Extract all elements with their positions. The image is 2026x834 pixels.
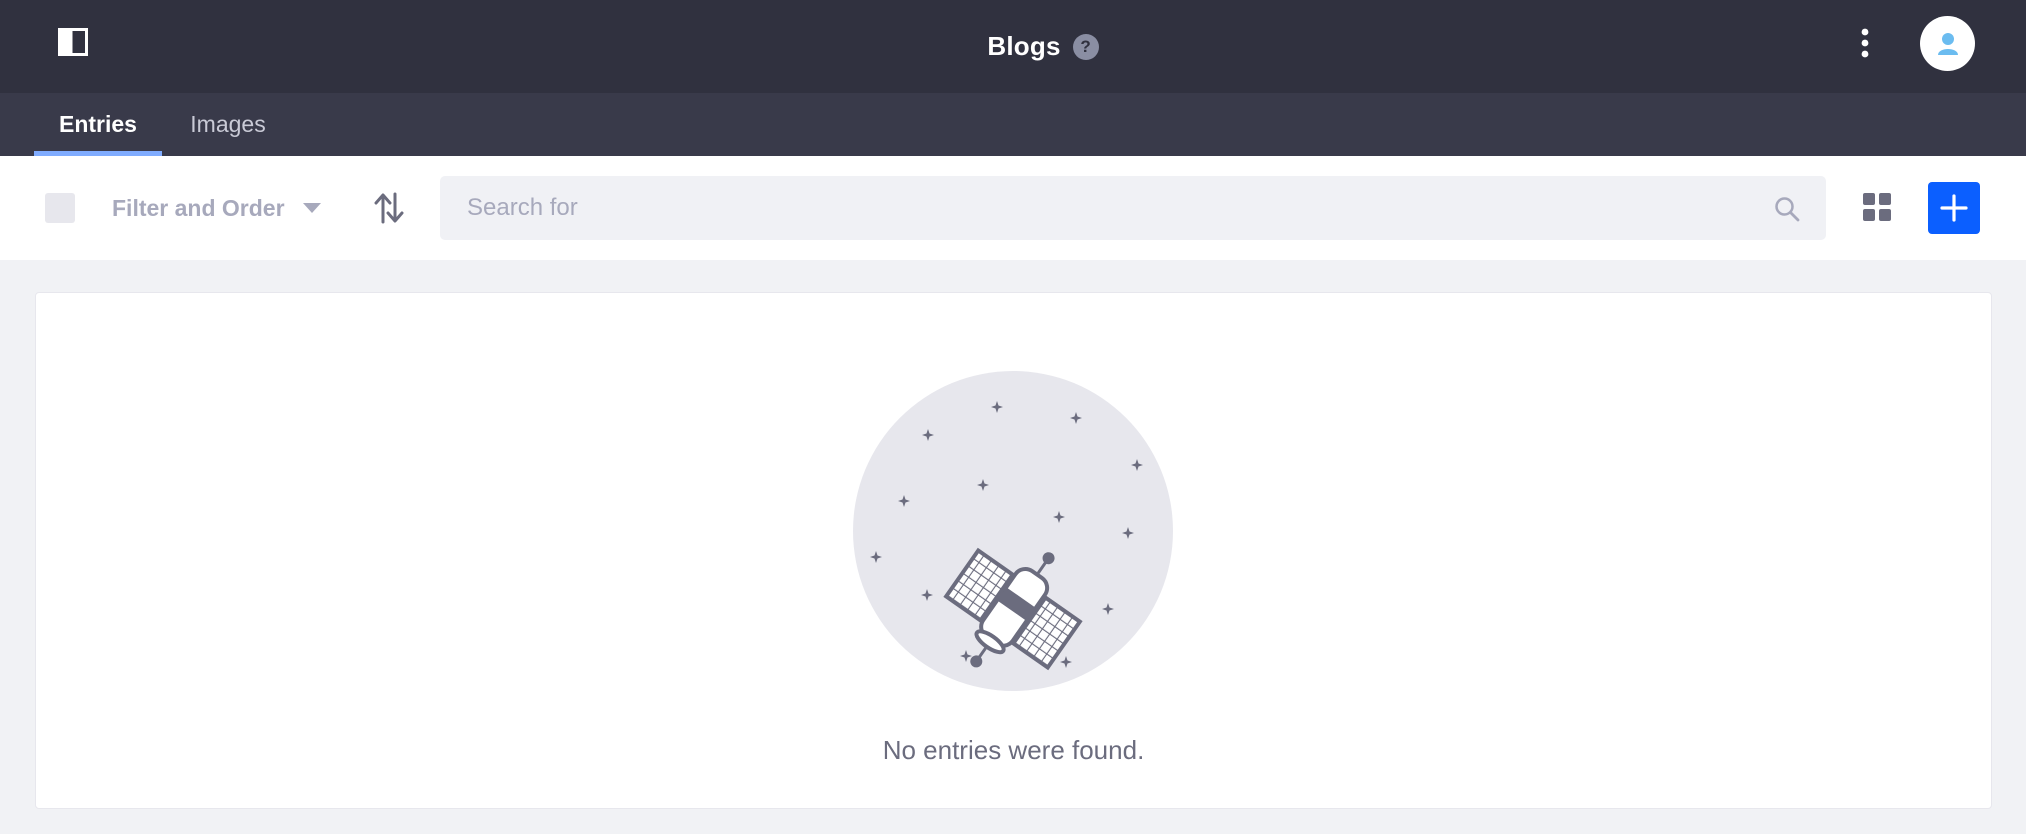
tab-entries[interactable]: Entries [34,93,162,156]
select-all-checkbox[interactable] [45,193,75,223]
empty-state-message: No entries were found. [882,735,1145,765]
caret-down-icon [302,203,321,213]
page-title: Blogs [987,31,1061,61]
cards-view-icon[interactable] [1862,192,1892,222]
ellipsis-vertical-icon [1861,28,1869,58]
control-menu: Blogs ? [0,0,2026,93]
sidebar-panel-icon [58,28,88,56]
order-arrows-icon [374,192,404,224]
user-avatar-button[interactable] [1920,16,1975,71]
search-bar [440,176,1826,240]
sort-order-button[interactable] [372,188,406,228]
satellite-illustration [853,371,1173,691]
tab-images[interactable]: Images [176,93,280,156]
search-icon[interactable] [1774,196,1800,222]
empty-state-sheet: No entries were found. [35,292,1992,809]
options-menu-button[interactable] [1850,26,1880,60]
management-toolbar: Filter and Order [0,156,2026,260]
search-input[interactable] [440,176,1770,240]
navigation-bar: Entries Images [0,93,2026,156]
user-icon [1937,32,1958,55]
filter-and-order-dropdown[interactable]: Filter and Order [112,188,321,228]
add-entry-button[interactable] [1928,182,1980,234]
plus-icon [1940,194,1968,222]
sidebar-toggle-button[interactable] [58,28,88,56]
help-icon[interactable]: ? [1072,33,1099,60]
title-group: Blogs ? [0,0,2026,93]
filter-and-order-label: Filter and Order [112,194,285,221]
